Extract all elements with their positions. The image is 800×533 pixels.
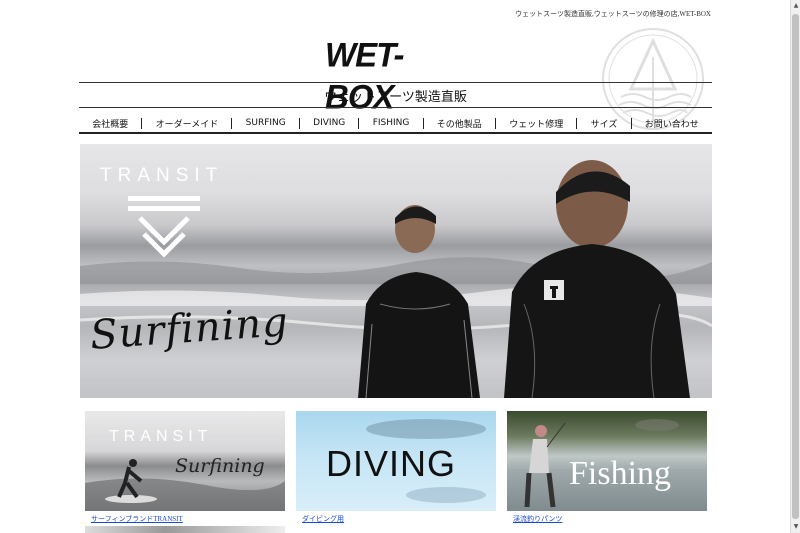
hero-brand-text: TRANSIT <box>100 165 224 186</box>
vertical-scrollbar[interactable]: ▲ ▼ <box>790 0 800 533</box>
tile-fishing-link[interactable]: 渓流釣りパンツ <box>507 514 707 524</box>
tile-surfing-brand: TRANSIT <box>109 428 213 445</box>
nav-item-contact[interactable]: お問い合わせ <box>632 117 712 130</box>
scrollbar-thumb[interactable] <box>792 14 799 519</box>
hero-banner[interactable]: TRANSIT Surfining <box>80 144 712 398</box>
tile-surfing-image[interactable]: TRANSIT Surfining <box>85 411 285 511</box>
tile-surfing-link[interactable]: サーフィンブランドTRANSIT <box>85 514 285 524</box>
nav-item-other-products[interactable]: その他製品 <box>424 117 495 130</box>
header-divider-top <box>79 82 712 83</box>
nav-item-surfing[interactable]: SURFING <box>232 118 299 128</box>
tile-diving[interactable]: DIVING ダイビング用 <box>296 411 496 524</box>
header-tagline: ウェットスーツ製造直販,ウェットスーツの修理の店,WET-BOX <box>515 10 711 18</box>
tile-fishing-image[interactable]: Fishing <box>507 411 707 511</box>
tile-fishing-text: Fishing <box>569 455 672 492</box>
site-subtitle: ウェットスーツ製造直販 <box>324 90 467 105</box>
category-tiles: TRANSIT Surfining サーフィンブランドTRANSIT DIVIN… <box>85 411 707 524</box>
tile-surfing[interactable]: TRANSIT Surfining サーフィンブランドTRANSIT <box>85 411 285 524</box>
nav-item-size[interactable]: サイズ <box>577 117 630 130</box>
main-nav: 会社概要 オーダーメイド SURFING DIVING FISHING その他製… <box>79 114 712 134</box>
site-logo[interactable]: WET-BOX <box>325 35 460 116</box>
nav-item-company[interactable]: 会社概要 <box>79 117 141 130</box>
next-row-image-peek <box>85 526 285 533</box>
nav-item-fishing[interactable]: FISHING <box>359 118 422 128</box>
tile-fishing[interactable]: Fishing 渓流釣りパンツ <box>507 411 707 524</box>
scroll-down-arrow-icon[interactable]: ▼ <box>792 522 800 532</box>
nav-item-wet-repair[interactable]: ウェット修理 <box>496 117 576 130</box>
tile-diving-link[interactable]: ダイビング用 <box>296 514 496 524</box>
tile-diving-text: DIVING <box>326 443 457 484</box>
nav-item-order-made[interactable]: オーダーメイド <box>142 117 231 130</box>
tile-surfing-script: Surfining <box>175 455 265 477</box>
logo-text: WET-BOX <box>325 35 404 116</box>
tile-diving-image[interactable]: DIVING <box>296 411 496 511</box>
header-divider-bottom <box>79 107 712 108</box>
scroll-up-arrow-icon[interactable]: ▲ <box>792 1 800 11</box>
nav-item-diving[interactable]: DIVING <box>300 118 359 128</box>
